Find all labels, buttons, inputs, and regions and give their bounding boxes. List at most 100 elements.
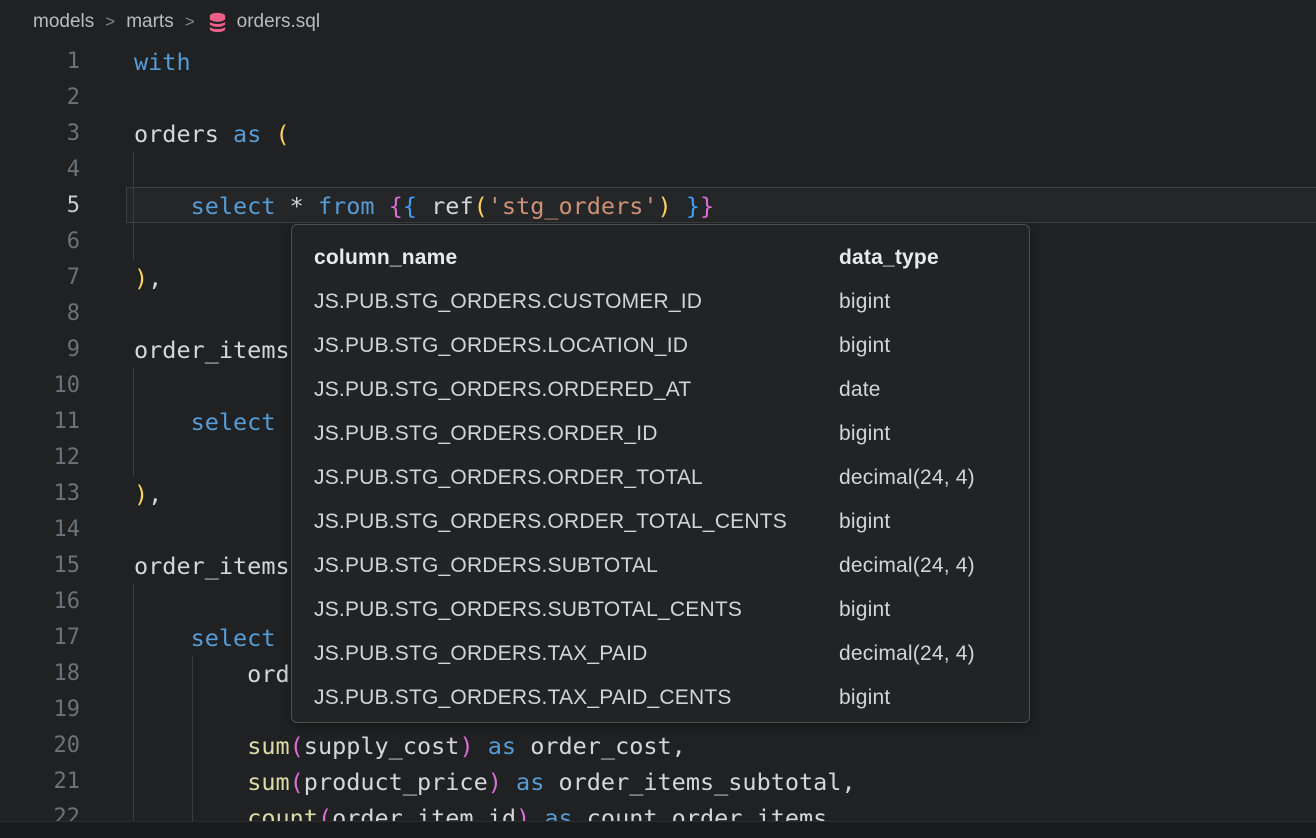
popup-row: JS.PUB.STG_ORDERS.TAX_PAID_CENTSbigint	[314, 676, 1029, 720]
line-number[interactable]: 12	[0, 440, 80, 476]
code-token: *	[275, 192, 317, 220]
code-token: (	[474, 192, 488, 220]
breadcrumb-item[interactable]: marts	[126, 11, 174, 33]
line-number[interactable]: 3	[0, 116, 80, 152]
popup-row: JS.PUB.STG_ORDERS.LOCATION_IDbigint	[314, 324, 1029, 368]
line-number[interactable]: 17	[0, 620, 80, 656]
popup-header-column-name: column_name	[314, 246, 839, 270]
chevron-right-icon: >	[185, 12, 195, 32]
code-token	[502, 768, 516, 796]
code-token	[474, 732, 488, 760]
code-token: order_items_subtotal,	[544, 768, 855, 796]
code-token: select	[191, 192, 276, 220]
chevron-right-icon: >	[105, 12, 115, 32]
code-token	[672, 192, 686, 220]
popup-row: JS.PUB.STG_ORDERS.ORDER_TOTAL_CENTSbigin…	[314, 500, 1029, 544]
line-number[interactable]: 11	[0, 404, 80, 440]
breadcrumb-item[interactable]: models	[33, 11, 94, 33]
code-token: order_items	[134, 336, 290, 364]
database-icon	[206, 11, 229, 34]
code-token	[375, 192, 389, 220]
code-token	[134, 624, 191, 652]
bottom-strip	[0, 821, 1316, 838]
line-number[interactable]: 7	[0, 260, 80, 296]
code-token: )	[658, 192, 672, 220]
line-number[interactable]: 9	[0, 332, 80, 368]
code-token: sum	[247, 768, 289, 796]
code-token: from	[318, 192, 375, 220]
code-token	[134, 732, 247, 760]
popup-cell-column-name: JS.PUB.STG_ORDERS.ORDER_TOTAL	[314, 466, 839, 490]
code-token: as	[516, 768, 544, 796]
popup-cell-data-type: bigint	[839, 510, 890, 534]
code-token: ord	[134, 660, 290, 688]
code-token: ref	[417, 192, 474, 220]
code-token: )	[134, 480, 148, 508]
code-token: sum	[247, 732, 289, 760]
code-token: ,	[148, 264, 162, 292]
line-number[interactable]: 2	[0, 80, 80, 116]
popup-cell-data-type: bigint	[839, 422, 890, 446]
code-line[interactable]: count(order_item_id) as count_order_item…	[134, 800, 1316, 821]
line-number[interactable]: 19	[0, 692, 80, 728]
line-number[interactable]: 21	[0, 764, 80, 800]
code-token: as	[544, 804, 572, 821]
popup-cell-data-type: bigint	[839, 290, 890, 314]
code-line[interactable]: sum(product_price) as order_items_subtot…	[134, 764, 1316, 800]
popup-cell-data-type: bigint	[839, 686, 890, 710]
code-token: 'stg_orders'	[488, 192, 658, 220]
popup-cell-column-name: JS.PUB.STG_ORDERS.SUBTOTAL	[314, 554, 839, 578]
code-token: )	[134, 264, 148, 292]
line-number[interactable]: 18	[0, 656, 80, 692]
code-line[interactable]: with	[134, 44, 1316, 80]
code-line[interactable]: orders as (	[134, 116, 1316, 152]
code-token	[134, 408, 191, 436]
line-number[interactable]: 13	[0, 476, 80, 512]
popup-cell-column-name: JS.PUB.STG_ORDERS.CUSTOMER_ID	[314, 290, 839, 314]
popup-cell-data-type: decimal(24, 4)	[839, 554, 975, 578]
popup-cell-column-name: JS.PUB.STG_ORDERS.ORDERED_AT	[314, 378, 839, 402]
popup-cell-data-type: decimal(24, 4)	[839, 642, 975, 666]
line-number[interactable]: 20	[0, 728, 80, 764]
popup-header-data-type: data_type	[839, 246, 939, 270]
code-token: select	[191, 408, 276, 436]
line-number[interactable]: 22	[0, 800, 80, 821]
code-token: count	[247, 804, 318, 821]
code-line[interactable]: select * from {{ ref('stg_orders') }}	[134, 188, 1316, 224]
popup-row: JS.PUB.STG_ORDERS.ORDER_IDbigint	[314, 412, 1029, 456]
line-number[interactable]: 4	[0, 152, 80, 188]
popup-cell-column-name: JS.PUB.STG_ORDERS.SUBTOTAL_CENTS	[314, 598, 839, 622]
code-token: orders	[134, 120, 233, 148]
code-token: (	[290, 768, 304, 796]
code-token: {	[389, 192, 403, 220]
gutter: 12345678910111213141516171819202122	[0, 44, 80, 821]
code-token: (	[290, 732, 304, 760]
line-number[interactable]: 8	[0, 296, 80, 332]
popup-row: JS.PUB.STG_ORDERS.CUSTOMER_IDbigint	[314, 280, 1029, 324]
popup-header-row: column_name data_type	[314, 236, 1029, 280]
file-name: orders.sql	[237, 11, 320, 33]
code-line[interactable]: sum(supply_cost) as order_cost,	[134, 728, 1316, 764]
code-line[interactable]	[134, 80, 1316, 116]
line-number[interactable]: 1	[0, 44, 80, 80]
breadcrumb: models > marts > orders.sql	[0, 0, 1316, 44]
popup-cell-column-name: JS.PUB.STG_ORDERS.LOCATION_ID	[314, 334, 839, 358]
popup-cell-data-type: date	[839, 378, 881, 402]
column-info-popup: column_name data_type JS.PUB.STG_ORDERS.…	[291, 224, 1030, 723]
line-number[interactable]: 15	[0, 548, 80, 584]
popup-row: JS.PUB.STG_ORDERS.ORDERED_ATdate	[314, 368, 1029, 412]
code-token: }	[700, 192, 714, 220]
line-number[interactable]: 5	[0, 188, 80, 224]
line-number[interactable]: 14	[0, 512, 80, 548]
code-token: )	[459, 732, 473, 760]
breadcrumb-file[interactable]: orders.sql	[206, 11, 320, 34]
line-number[interactable]: 10	[0, 368, 80, 404]
code-token: )	[516, 804, 530, 821]
popup-cell-data-type: bigint	[839, 598, 890, 622]
line-number[interactable]: 16	[0, 584, 80, 620]
line-number[interactable]: 6	[0, 224, 80, 260]
code-line[interactable]	[134, 152, 1316, 188]
code-token: }	[686, 192, 700, 220]
code-token: select	[191, 624, 276, 652]
popup-row: JS.PUB.STG_ORDERS.SUBTOTAL_CENTSbigint	[314, 588, 1029, 632]
